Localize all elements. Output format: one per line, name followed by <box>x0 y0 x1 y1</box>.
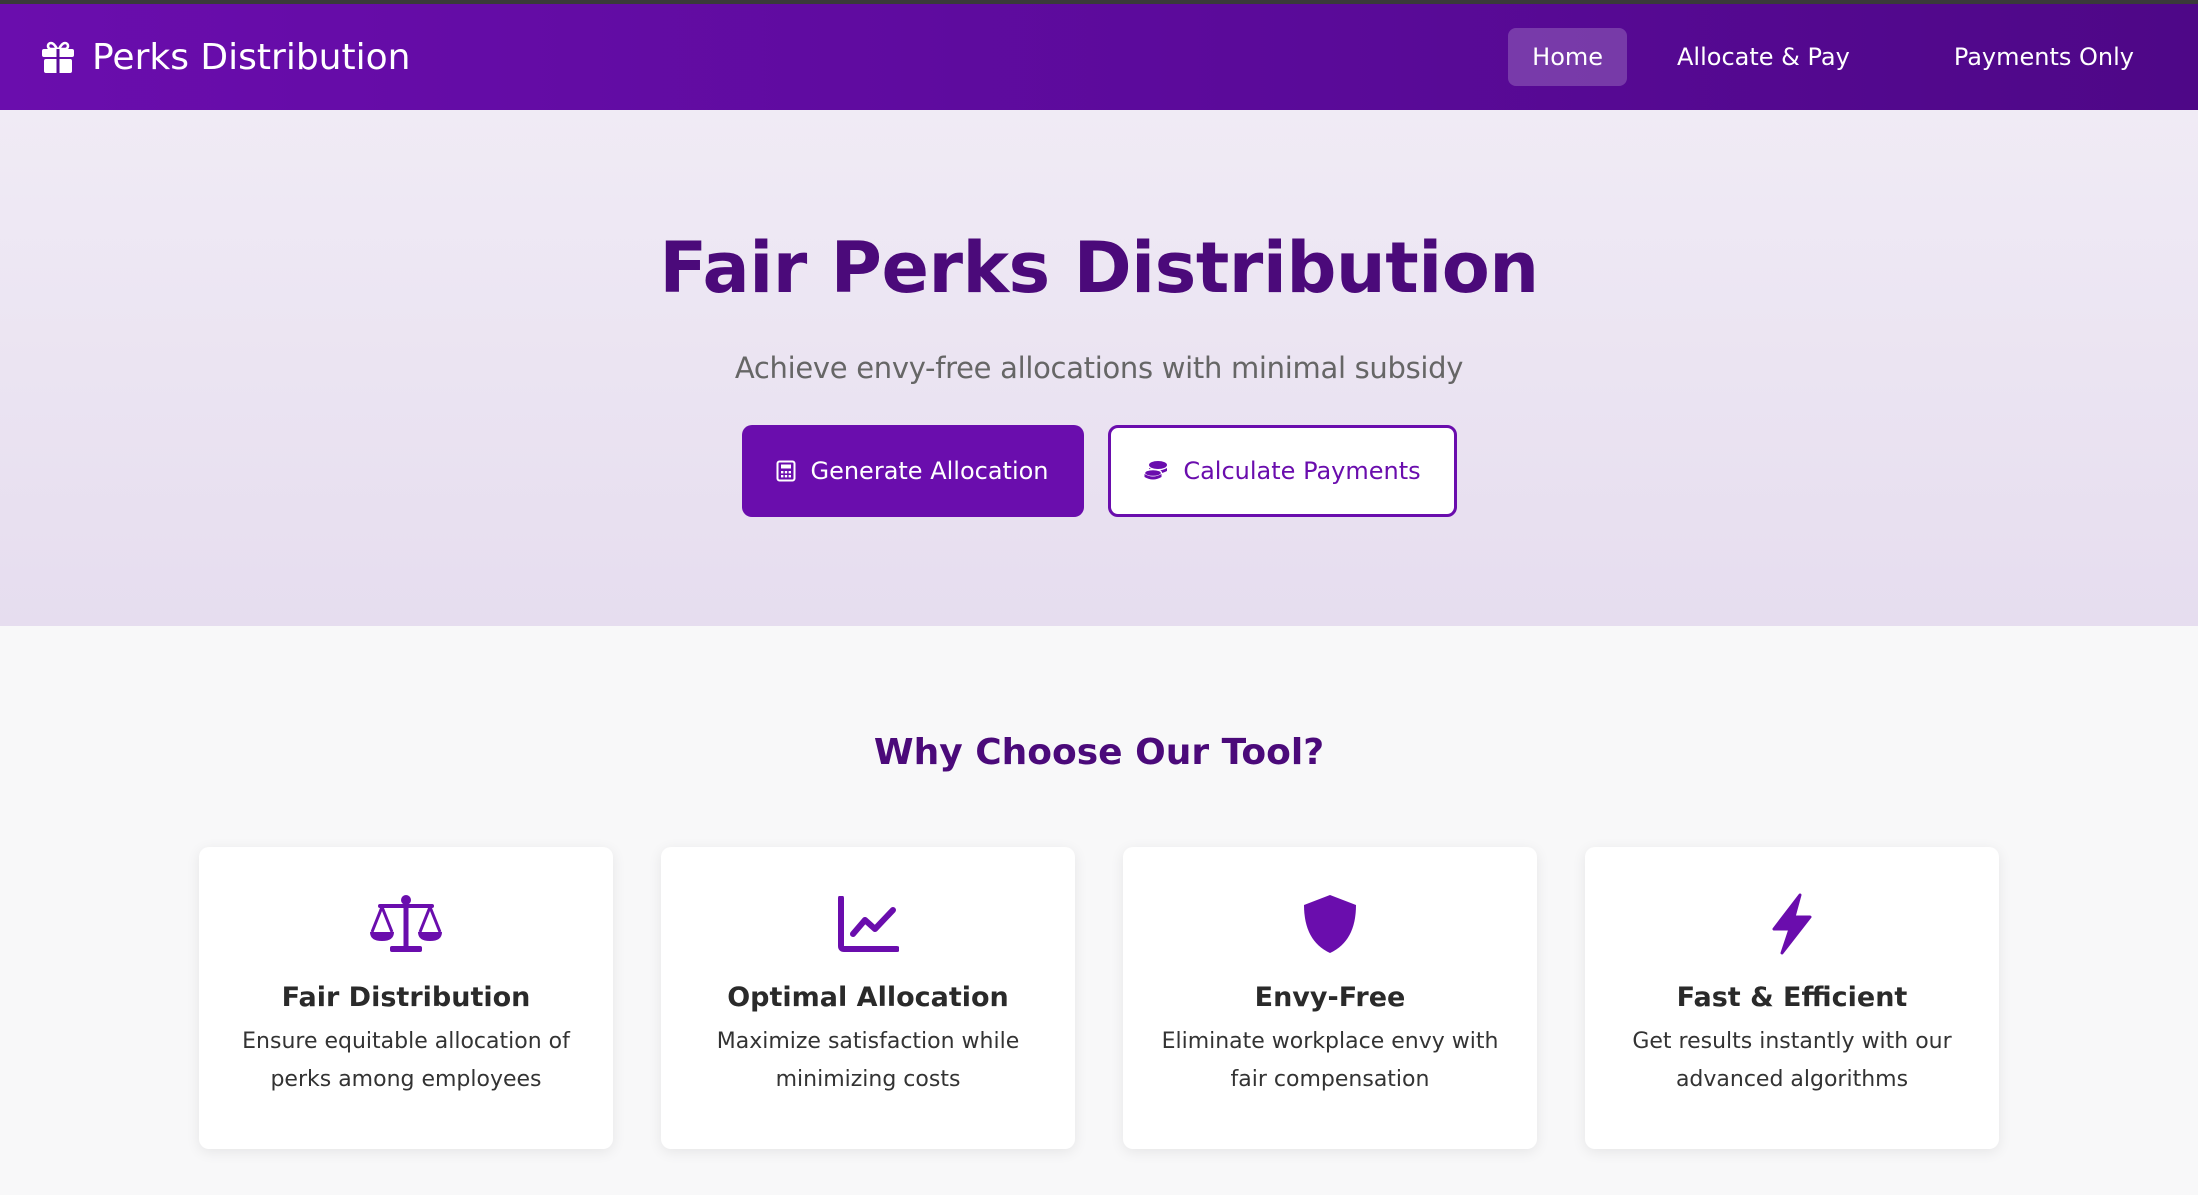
hero-actions: Generate Allocation Calculate Payments <box>741 425 1457 517</box>
chart-line-icon <box>838 896 899 952</box>
feature-card-title: Envy-Free <box>1254 982 1406 1013</box>
feature-card-description: Get results instantly with our advanced … <box>1632 1029 1952 1092</box>
main-nav: Home Allocate & Pay Payments Only <box>1508 28 2158 86</box>
feature-card-title: Optimal Allocation <box>727 982 1009 1013</box>
generate-allocation-label: Generate Allocation <box>810 457 1049 485</box>
brand-title: Perks Distribution <box>92 36 411 78</box>
features-title: Why Choose Our Tool? <box>873 732 1325 773</box>
nav-allocate-pay[interactable]: Allocate & Pay <box>1653 28 1874 86</box>
feature-card-description: Ensure equitable allocation of perks amo… <box>242 1029 570 1092</box>
calculate-payments-button[interactable]: Calculate Payments <box>1107 425 1457 517</box>
hero-subtitle: Achieve envy-free allocations with minim… <box>734 351 1464 385</box>
features-section: Why Choose Our Tool? Fair Distribution E… <box>0 626 2198 1195</box>
feature-card-fair-distribution: Fair Distribution Ensure equitable alloc… <box>199 847 613 1149</box>
calculator-icon <box>776 460 796 482</box>
navbar: Perks Distribution Home Allocate & Pay P… <box>0 4 2198 110</box>
hero-section: Fair Perks Distribution Achieve envy-fre… <box>0 110 2198 626</box>
feature-card-fast-efficient: Fast & Efficient Get results instantly w… <box>1585 847 1999 1149</box>
brand[interactable]: Perks Distribution <box>40 37 410 78</box>
nav-payments-only[interactable]: Payments Only <box>1930 28 2158 86</box>
bolt-icon <box>1772 893 1812 955</box>
gift-icon <box>42 41 74 73</box>
generate-allocation-button[interactable]: Generate Allocation <box>741 425 1084 517</box>
feature-card-envy-free: Envy-Free Eliminate workplace envy with … <box>1123 847 1537 1149</box>
shield-icon <box>1304 895 1356 953</box>
feature-cards: Fair Distribution Ensure equitable alloc… <box>199 847 1999 1149</box>
feature-card-optimal-allocation: Optimal Allocation Maximize satisfaction… <box>661 847 1075 1149</box>
calculate-payments-label: Calculate Payments <box>1183 457 1421 485</box>
balance-scale-icon <box>370 895 442 952</box>
nav-home[interactable]: Home <box>1508 28 1628 86</box>
feature-card-description: Eliminate workplace envy with fair compe… <box>1161 1029 1499 1092</box>
feature-card-description: Maximize satisfaction while minimizing c… <box>716 1029 1020 1092</box>
hero-title: Fair Perks Distribution <box>659 227 1539 309</box>
coins-icon <box>1144 461 1168 480</box>
feature-card-title: Fast & Efficient <box>1676 982 1908 1013</box>
feature-card-title: Fair Distribution <box>281 982 531 1013</box>
